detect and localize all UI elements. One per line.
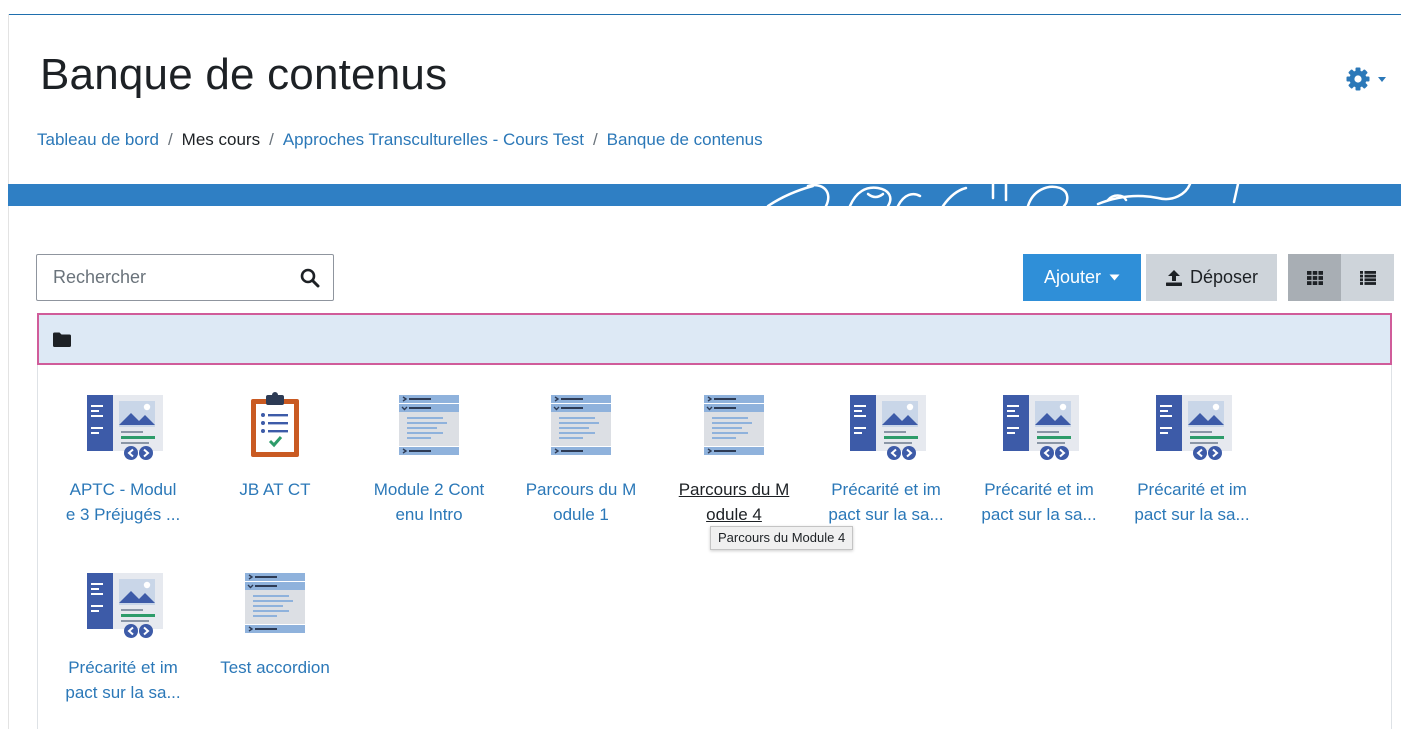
accordion-icon — [704, 395, 764, 455]
breadcrumb-item-content-bank[interactable]: Banque de contenus — [607, 130, 763, 150]
content-item[interactable]: Précarité et im pact sur la sa... — [964, 391, 1114, 527]
content-item-name: Précarité et im pact sur la sa... — [1134, 480, 1250, 524]
grid-view-button[interactable] — [1288, 254, 1341, 301]
top-border-line — [8, 14, 1401, 15]
list-icon — [1359, 270, 1376, 285]
folder-icon[interactable] — [53, 332, 71, 347]
thumbnail — [506, 391, 656, 463]
add-button[interactable]: Ajouter — [1023, 254, 1141, 301]
thumbnail — [48, 569, 198, 641]
settings-menu-button[interactable] — [1345, 66, 1387, 92]
interactive-book-icon — [87, 573, 163, 638]
content-item-name: APTC - Modul e 3 Préjugés ... — [65, 480, 181, 524]
content-item-name: Parcours du Module 1 — [525, 480, 637, 524]
search-box — [36, 254, 334, 301]
clipboard-checklist-icon — [251, 392, 299, 457]
content-item[interactable]: Module 2 Cont enu Intro — [354, 391, 504, 527]
caret-down-icon — [1109, 274, 1120, 281]
thumbnail — [659, 391, 809, 463]
content-item-name: Précarité et im pact sur la sa... — [65, 658, 181, 702]
page-title: Banque de contenus — [40, 50, 448, 99]
accordion-icon — [551, 395, 611, 455]
course-header-banner — [8, 184, 1401, 206]
content-item-name: Test accordion — [220, 658, 330, 677]
content-item-name: Parcours du Module 4 — [678, 480, 790, 524]
caret-down-icon — [1378, 77, 1386, 82]
search-icon[interactable] — [300, 268, 320, 288]
breadcrumb-separator: / — [167, 130, 173, 149]
content-item[interactable]: Précarité et im pact sur la sa... — [811, 391, 961, 527]
thumbnail — [354, 391, 504, 463]
interactive-book-icon — [1003, 395, 1079, 460]
content-item[interactable]: Précarité et im pact sur la sa... — [48, 569, 198, 705]
thumbnail — [1117, 391, 1267, 463]
content-item-name: Précarité et im pact sur la sa... — [981, 480, 1097, 524]
breadcrumb-item-dashboard[interactable]: Tableau de bord — [37, 130, 159, 150]
banner-illustration — [766, 184, 1240, 206]
content-item[interactable]: Test accordion — [200, 569, 350, 680]
upload-button[interactable]: Déposer — [1146, 254, 1277, 301]
folder-navigation-bar — [37, 313, 1392, 365]
grid-icon — [1306, 270, 1323, 285]
add-button-label: Ajouter — [1043, 267, 1102, 287]
search-input[interactable] — [37, 257, 277, 298]
thumbnail — [200, 569, 350, 641]
interactive-book-icon — [850, 395, 926, 460]
content-item-name: Précarité et im pact sur la sa... — [828, 480, 944, 524]
accordion-icon — [399, 395, 459, 455]
list-view-button[interactable] — [1341, 254, 1394, 301]
tooltip: Parcours du Module 4 — [710, 526, 854, 550]
breadcrumb-item-course[interactable]: Approches Transculturelles - Cours Test — [283, 130, 584, 150]
interactive-book-icon — [87, 395, 163, 460]
content-item[interactable]: JB AT CT — [200, 391, 350, 502]
accordion-icon — [245, 573, 305, 633]
thumbnail — [964, 391, 1114, 463]
thumbnail — [200, 391, 350, 463]
thumbnail — [48, 391, 198, 463]
upload-icon — [1165, 269, 1182, 286]
breadcrumb-separator: / — [592, 130, 598, 149]
left-border-line — [8, 14, 9, 729]
gear-icon — [1346, 67, 1370, 91]
interactive-book-icon — [1156, 395, 1232, 460]
thumbnail — [811, 391, 961, 463]
content-item[interactable]: APTC - Modul e 3 Préjugés ... — [48, 391, 198, 527]
breadcrumb: Tableau de bord / Mes cours / Approches … — [37, 130, 763, 150]
content-item[interactable]: Parcours du Module 1 — [506, 391, 656, 527]
content-item-name: JB AT CT — [239, 480, 311, 499]
content-item[interactable]: Précarité et im pact sur la sa... — [1117, 391, 1267, 527]
content-item-name: Module 2 Cont enu Intro — [373, 480, 485, 524]
upload-button-label: Déposer — [1189, 267, 1259, 287]
breadcrumb-separator: / — [269, 130, 274, 149]
breadcrumb-item-my-courses: Mes cours — [181, 130, 261, 149]
content-item[interactable]: Parcours du Module 4 — [659, 391, 809, 527]
